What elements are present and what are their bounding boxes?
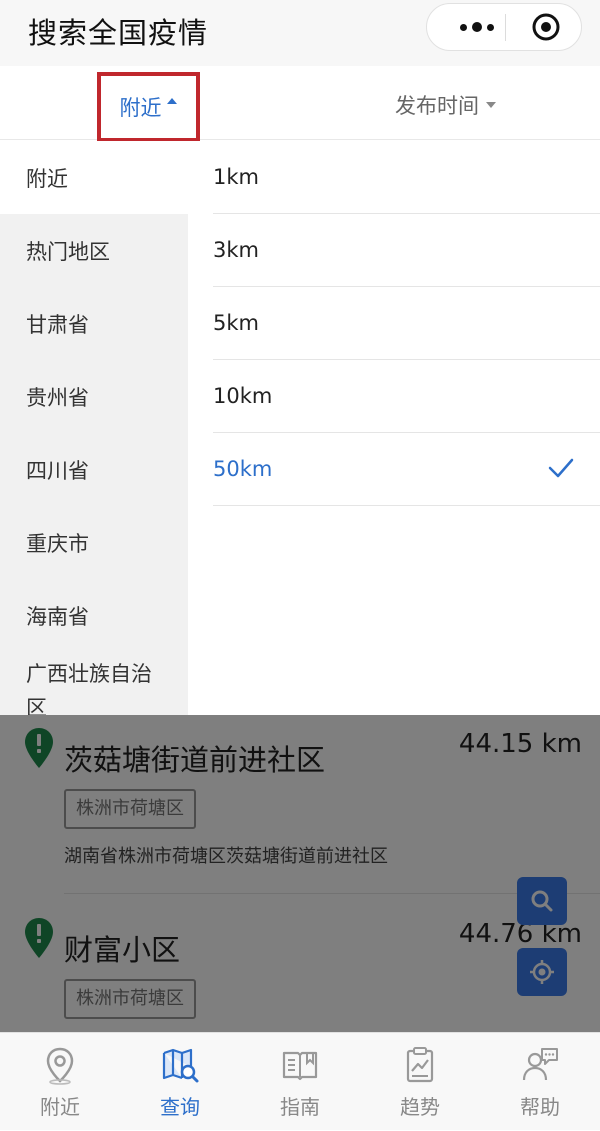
close-mini-program-icon[interactable] [531,12,561,42]
distance-option[interactable]: 1km [213,141,600,214]
page-title: 搜索全国疫情 [28,16,209,50]
nav-tab-nearby[interactable]: 附近 [0,1033,120,1131]
filter-tabs: 附近 发布时间 [0,66,600,142]
distance-option-selected[interactable]: 50km [213,433,600,506]
tab-publish-time-label: 发布时间 [395,94,479,118]
tab-publish-time[interactable]: 发布时间 [395,90,497,120]
distance-option-label: 5km [213,311,259,335]
more-menu-icon[interactable] [449,4,505,50]
region-item[interactable]: 贵州省 [0,360,188,433]
region-list: 附近 热门地区 甘肃省 贵州省 四川省 重庆市 海南省 广西壮族自治区 [0,141,188,715]
bottom-tab-bar: 附近 查询 指南 趋势 帮助 [0,1032,600,1130]
region-item[interactable]: 四川省 [0,433,188,506]
nav-label: 帮助 [520,1095,560,1119]
caret-up-icon [166,98,177,104]
location-pin-icon [46,1047,74,1085]
nav-label: 查询 [160,1095,200,1119]
distance-option-label: 3km [213,238,259,262]
region-item[interactable]: 附近 [0,141,188,214]
map-search-icon [162,1048,199,1083]
tab-nearby-label: 附近 [119,96,162,120]
nav-tab-query[interactable]: 查询 [120,1033,240,1131]
distance-option-label: 50km [213,457,273,481]
region-item[interactable]: 甘肃省 [0,287,188,360]
nav-label: 指南 [280,1095,320,1119]
caret-down-icon [486,102,496,108]
nav-tab-help[interactable]: 帮助 [480,1033,600,1131]
distance-option-label: 10km [213,384,273,408]
region-item[interactable]: 广西壮族自治区 [0,641,188,715]
guide-book-icon [282,1051,318,1081]
checkmark-icon [548,458,574,478]
region-item[interactable]: 重庆市 [0,506,188,579]
dim-overlay[interactable] [0,715,600,1032]
region-item[interactable]: 热门地区 [0,214,188,287]
trend-clipboard-icon [406,1047,434,1083]
tab-nearby[interactable]: 附近 [97,72,200,142]
nav-tab-trend[interactable]: 趋势 [360,1033,480,1131]
distance-option[interactable]: 10km [213,360,600,433]
mini-program-capsule [426,3,582,51]
header-bar: 搜索全国疫情 [0,0,600,66]
distance-option-label: 1km [213,165,259,189]
help-person-icon [522,1048,558,1081]
nearby-dropdown-panel: 附近 热门地区 甘肃省 贵州省 四川省 重庆市 海南省 广西壮族自治区 1km … [0,141,600,715]
capsule-divider [505,14,506,41]
distance-option[interactable]: 3km [213,214,600,287]
nav-label: 附近 [40,1095,80,1119]
nav-tab-guide[interactable]: 指南 [240,1033,360,1131]
distance-option[interactable]: 5km [213,287,600,360]
nav-label: 趋势 [400,1095,440,1119]
